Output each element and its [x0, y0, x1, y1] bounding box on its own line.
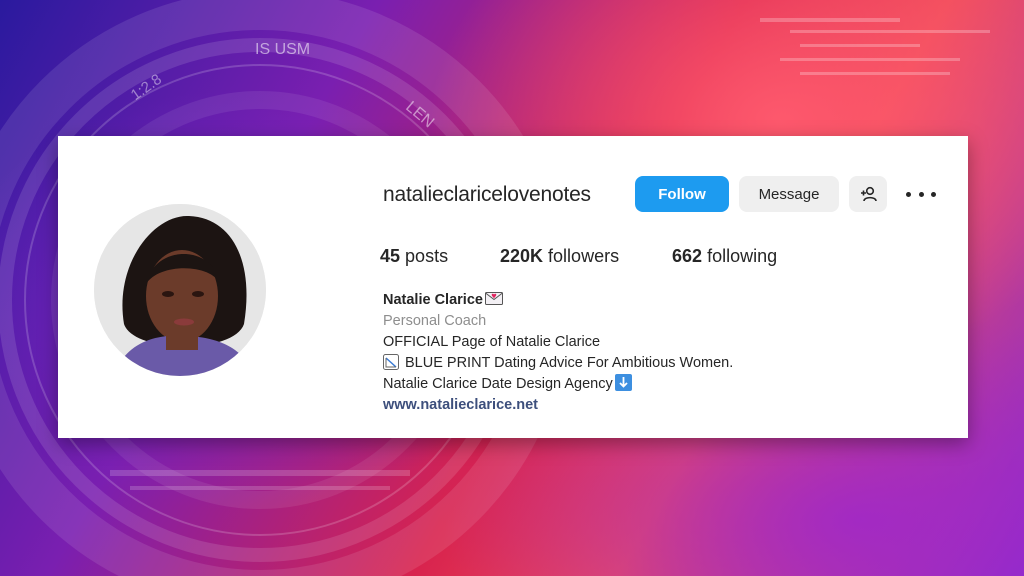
love-letter-icon: [484, 292, 503, 305]
following-label: following: [707, 246, 778, 266]
bio-line-3-row: Natalie Clarice Date Design Agency: [383, 374, 733, 395]
down-arrow-icon: [614, 374, 632, 391]
lens-text-is-usm: IS USM: [255, 41, 310, 58]
followers-count: 220K: [500, 246, 544, 266]
profile-category: Personal Coach: [383, 313, 487, 329]
message-button[interactable]: Message: [739, 176, 839, 212]
posts-stat[interactable]: 45 posts: [380, 246, 448, 267]
add-user-icon: [861, 186, 877, 202]
more-options-icon[interactable]: [906, 184, 936, 204]
chart-icon: [383, 354, 399, 370]
follow-button[interactable]: Follow: [635, 176, 729, 212]
posts-count: 45: [380, 246, 401, 266]
bio-name-row: Natalie Clarice: [383, 290, 733, 311]
bio-line-1: OFFICIAL Page of Natalie Clarice: [383, 334, 601, 350]
bio-line-3: Natalie Clarice Date Design Agency: [383, 376, 613, 392]
bio-line-2-row: BLUE PRINT Dating Advice For Ambitious W…: [383, 353, 733, 374]
profile-username: natalieclaricelovenotes: [383, 183, 591, 206]
bio-line-2: BLUE PRINT Dating Advice For Ambitious W…: [405, 355, 734, 371]
followers-label: followers: [548, 246, 620, 266]
avatar-photo: [94, 204, 266, 376]
following-count: 662: [672, 246, 703, 266]
profile-bio: Natalie Clarice Personal Coach OFFICIAL …: [383, 290, 733, 416]
followers-stat[interactable]: 220K followers: [500, 246, 619, 267]
avatar[interactable]: [94, 204, 266, 376]
posts-label: posts: [405, 246, 449, 266]
profile-website-link[interactable]: www.natalieclarice.net: [383, 395, 733, 416]
suggest-accounts-button[interactable]: [849, 176, 887, 212]
following-stat[interactable]: 662 following: [672, 246, 777, 267]
profile-display-name: Natalie Clarice: [383, 292, 483, 308]
profile-card: natalieclaricelovenotes Follow Message 4…: [58, 136, 968, 438]
